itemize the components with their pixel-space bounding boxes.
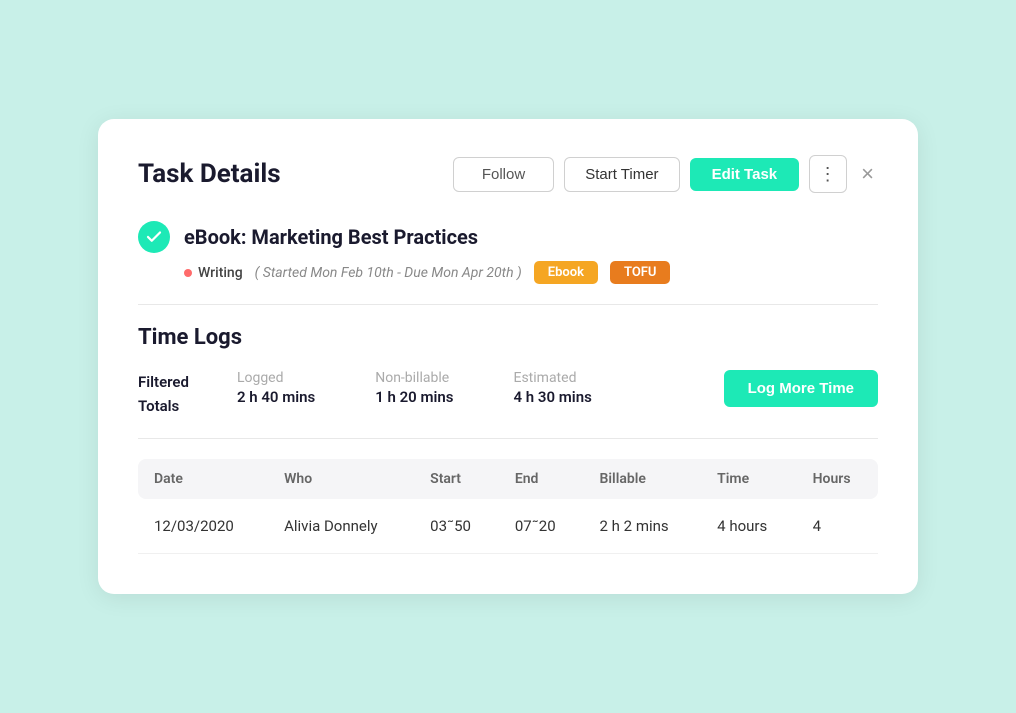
cell-who: Alivia Donnely [268,499,414,554]
follow-button[interactable]: Follow [453,157,554,192]
more-options-button[interactable]: ⋮ [809,155,847,193]
totals-non-billable: Non-billable 1 h 20 mins [375,370,453,406]
task-complete-icon [138,221,170,253]
totals-group: Logged 2 h 40 mins Non-billable 1 h 20 m… [237,370,676,406]
divider-1 [138,304,878,305]
totals-logged: Logged 2 h 40 mins [237,370,315,406]
cell-end: 07˜20 [499,499,584,554]
task-info: eBook: Marketing Best Practices [138,221,878,253]
col-start: Start [414,459,499,499]
col-who: Who [268,459,414,499]
cell-date: 12/03/2020 [138,499,268,554]
start-timer-button[interactable]: Start Timer [564,157,679,192]
table-header-row: Date Who Start End Billable Time Hours [138,459,878,499]
totals-label: Filtered Totals [138,370,189,418]
time-logs-section: Time Logs Filtered Totals Logged 2 h 40 … [138,325,878,554]
log-more-time-button[interactable]: Log More Time [724,370,878,407]
cell-start: 03˜50 [414,499,499,554]
cell-billable: 2 h 2 mins [584,499,702,554]
time-logs-table: Date Who Start End Billable Time Hours 1… [138,459,878,554]
header-actions: Follow Start Timer Edit Task ⋮ × [453,155,878,193]
task-details-card: Task Details Follow Start Timer Edit Tas… [98,119,918,594]
col-billable: Billable [584,459,702,499]
table-row: 12/03/2020 Alivia Donnely 03˜50 07˜20 2 … [138,499,878,554]
edit-task-button[interactable]: Edit Task [690,158,800,191]
task-name: eBook: Marketing Best Practices [184,225,478,249]
task-status: Writing [184,265,243,281]
page-title: Task Details [138,159,281,189]
card-header: Task Details Follow Start Timer Edit Tas… [138,155,878,193]
totals-estimated: Estimated 4 h 30 mins [514,370,592,406]
col-date: Date [138,459,268,499]
cell-time: 4 hours [701,499,796,554]
tag-tofu: TOFU [610,261,670,284]
divider-2 [138,438,878,439]
col-hours: Hours [797,459,878,499]
cell-hours: 4 [797,499,878,554]
tag-ebook: Ebook [534,261,598,284]
totals-row: Filtered Totals Logged 2 h 40 mins Non-b… [138,370,878,418]
status-label: Writing [198,265,243,281]
status-dot-icon [184,269,192,277]
col-time: Time [701,459,796,499]
col-end: End [499,459,584,499]
task-meta: Writing ( Started Mon Feb 10th - Due Mon… [184,261,878,284]
close-button[interactable]: × [857,157,878,191]
task-dates: ( Started Mon Feb 10th - Due Mon Apr 20t… [255,265,522,281]
time-logs-title: Time Logs [138,325,878,350]
